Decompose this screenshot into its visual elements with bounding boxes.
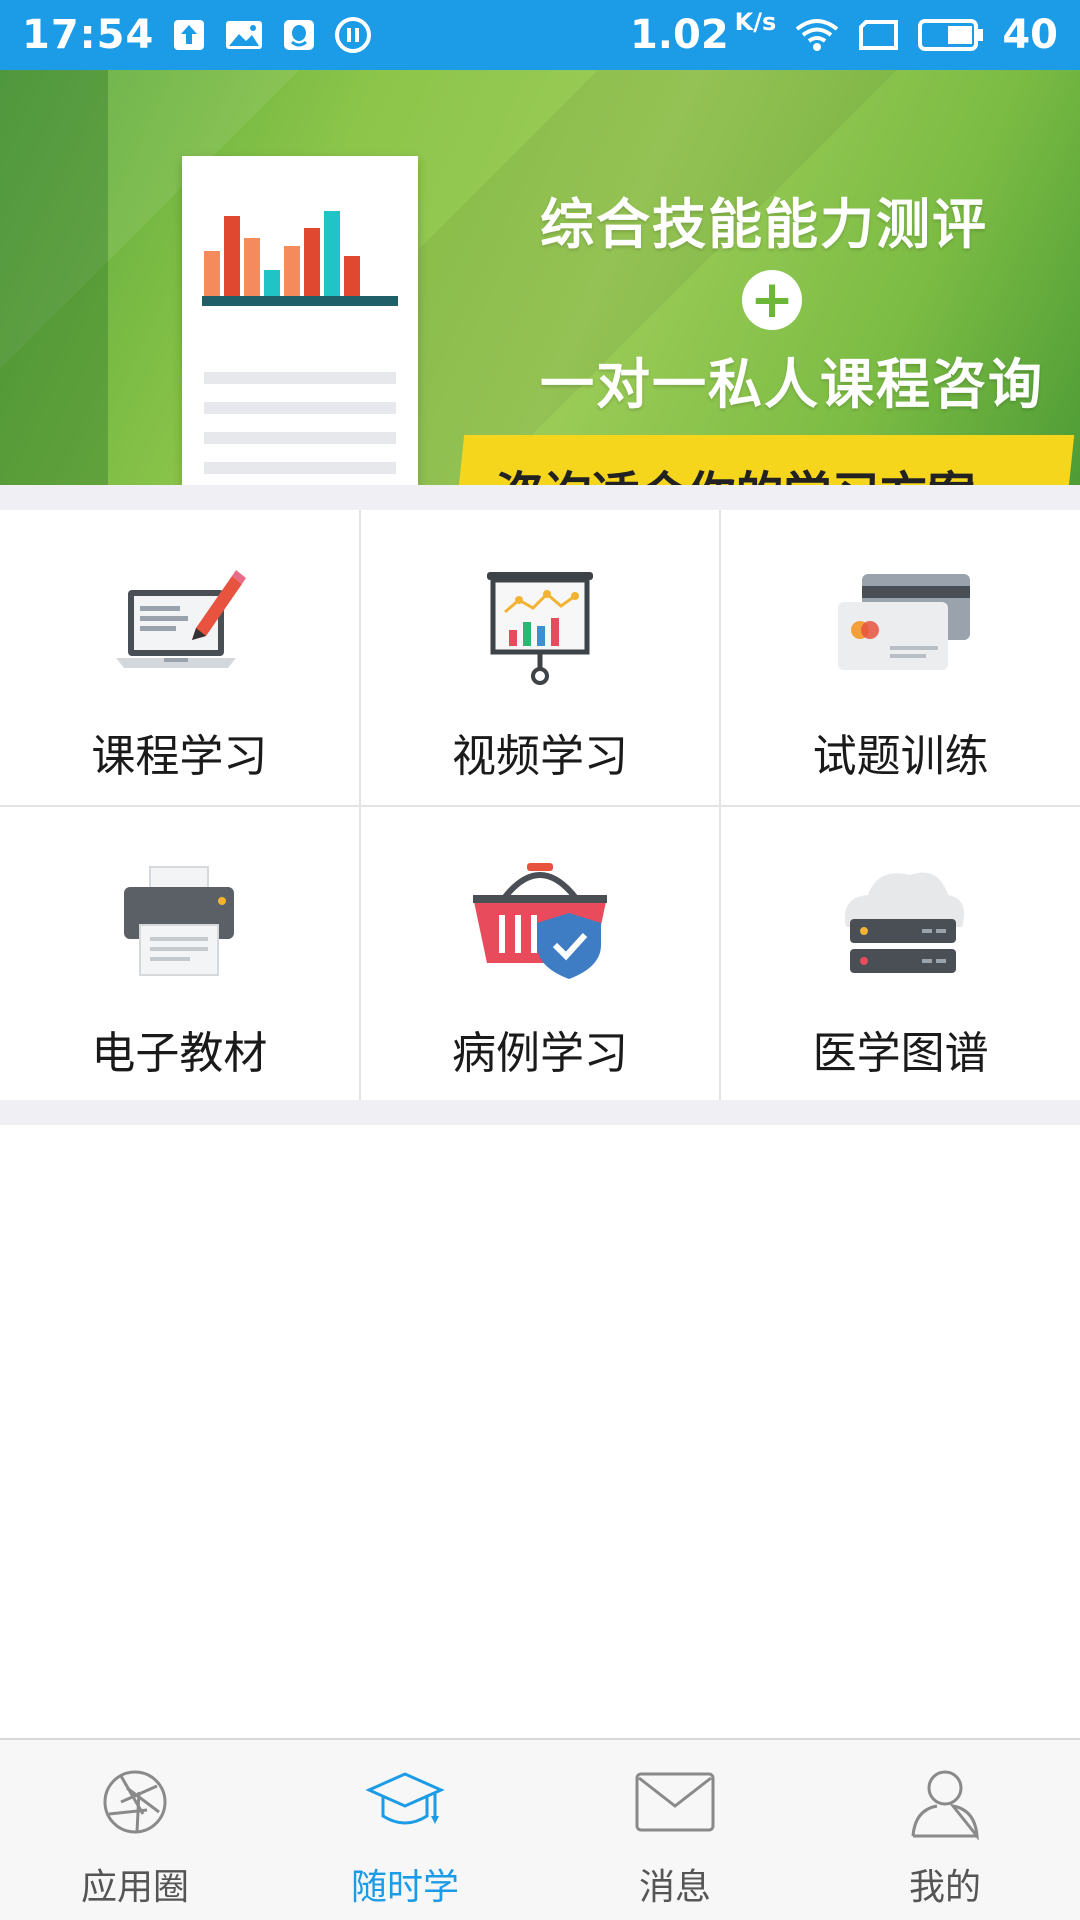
graduation-cap-icon — [355, 1752, 455, 1852]
section-divider — [0, 1100, 1080, 1125]
grid-item-course-study[interactable]: 课程学习 — [0, 510, 359, 805]
nav-item-label: 应用圈 — [80, 1867, 189, 1908]
aperture-icon — [85, 1752, 185, 1852]
nav-item-label: 消息 — [638, 1867, 711, 1908]
nav-item-label: 随时学 — [350, 1867, 459, 1908]
basket-shield-icon — [465, 857, 615, 987]
qq-icon — [282, 18, 316, 52]
battery-icon — [918, 18, 984, 52]
presentation-board-icon — [465, 560, 615, 690]
grid-item-label: 视频学习 — [451, 731, 628, 782]
status-bar: 17:54 1.02 K/s 40 — [0, 0, 1080, 70]
sim-icon — [858, 18, 900, 52]
cards-icon — [826, 560, 976, 690]
doc-line — [204, 432, 396, 444]
person-icon — [895, 1752, 995, 1852]
grid-item-medical-atlas[interactable]: 医学图谱 — [721, 807, 1080, 1102]
doc-line — [204, 462, 396, 474]
grid-item-e-textbook[interactable]: 电子教材 — [0, 807, 359, 1102]
grid-item-video-study[interactable]: 视频学习 — [360, 510, 720, 805]
laptop-pen-icon — [104, 560, 254, 690]
grid-item-label: 课程学习 — [91, 731, 268, 782]
nav-item-study-anytime[interactable]: 随时学 — [270, 1740, 540, 1920]
grid-item-label: 电子教材 — [91, 1028, 268, 1079]
image-icon — [224, 18, 264, 52]
grid-item-exam-training[interactable]: 试题训练 — [721, 510, 1080, 805]
nav-item-label: 我的 — [908, 1867, 981, 1908]
cloud-server-icon — [826, 857, 976, 987]
nav-item-mine[interactable]: 我的 — [810, 1740, 1080, 1920]
banner-document-illustration — [182, 156, 418, 485]
nav-item-app-circle[interactable]: 应用圈 — [0, 1740, 270, 1920]
status-bar-right: 1.02 K/s 40 — [629, 8, 1058, 58]
nav-item-messages[interactable]: 消息 — [540, 1740, 810, 1920]
promo-banner[interactable]: 综合技能能力测评 + 一对一私人课程咨询 咨询适合你的学习方案 — [0, 70, 1080, 485]
status-bar-left: 17:54 — [22, 12, 372, 58]
upload-icon — [172, 18, 206, 52]
battery-level: 40 — [1002, 12, 1058, 58]
banner-title-line1: 综合技能能力测评 — [540, 193, 988, 256]
banner-cta-strip: 咨询适合你的学习方案 — [455, 435, 1075, 485]
pause-icon — [334, 16, 372, 54]
banner-cta-text: 咨询适合你的学习方案 — [459, 435, 1069, 485]
grid-item-label: 医学图谱 — [812, 1028, 989, 1079]
envelope-icon — [625, 1752, 725, 1852]
status-time: 17:54 — [22, 12, 155, 58]
wifi-icon — [794, 16, 840, 54]
printer-icon — [104, 857, 254, 987]
grid-item-case-study[interactable]: 病例学习 — [360, 807, 720, 1102]
section-divider — [0, 485, 1080, 510]
network-speed-unit: K/s — [734, 8, 777, 36]
banner-plus: + — [742, 270, 802, 330]
grid-item-label: 试题训练 — [812, 731, 989, 782]
grid-item-label: 病例学习 — [451, 1028, 628, 1079]
feature-grid: 课程学习 视频学习 试题训练 电子教材 病例学习 医学图谱 — [0, 510, 1080, 1102]
bottom-nav: 应用圈 随时学 消息 我的 — [0, 1738, 1080, 1920]
network-speed: 1.02 K/s — [629, 8, 776, 58]
network-speed-value: 1.02 — [629, 12, 729, 58]
banner-side-panel — [0, 70, 108, 485]
doc-line — [204, 402, 396, 414]
bar-chart-illustration-icon — [202, 211, 398, 306]
doc-line — [204, 372, 396, 384]
banner-title-line2: 一对一私人课程咨询 — [540, 353, 1044, 416]
